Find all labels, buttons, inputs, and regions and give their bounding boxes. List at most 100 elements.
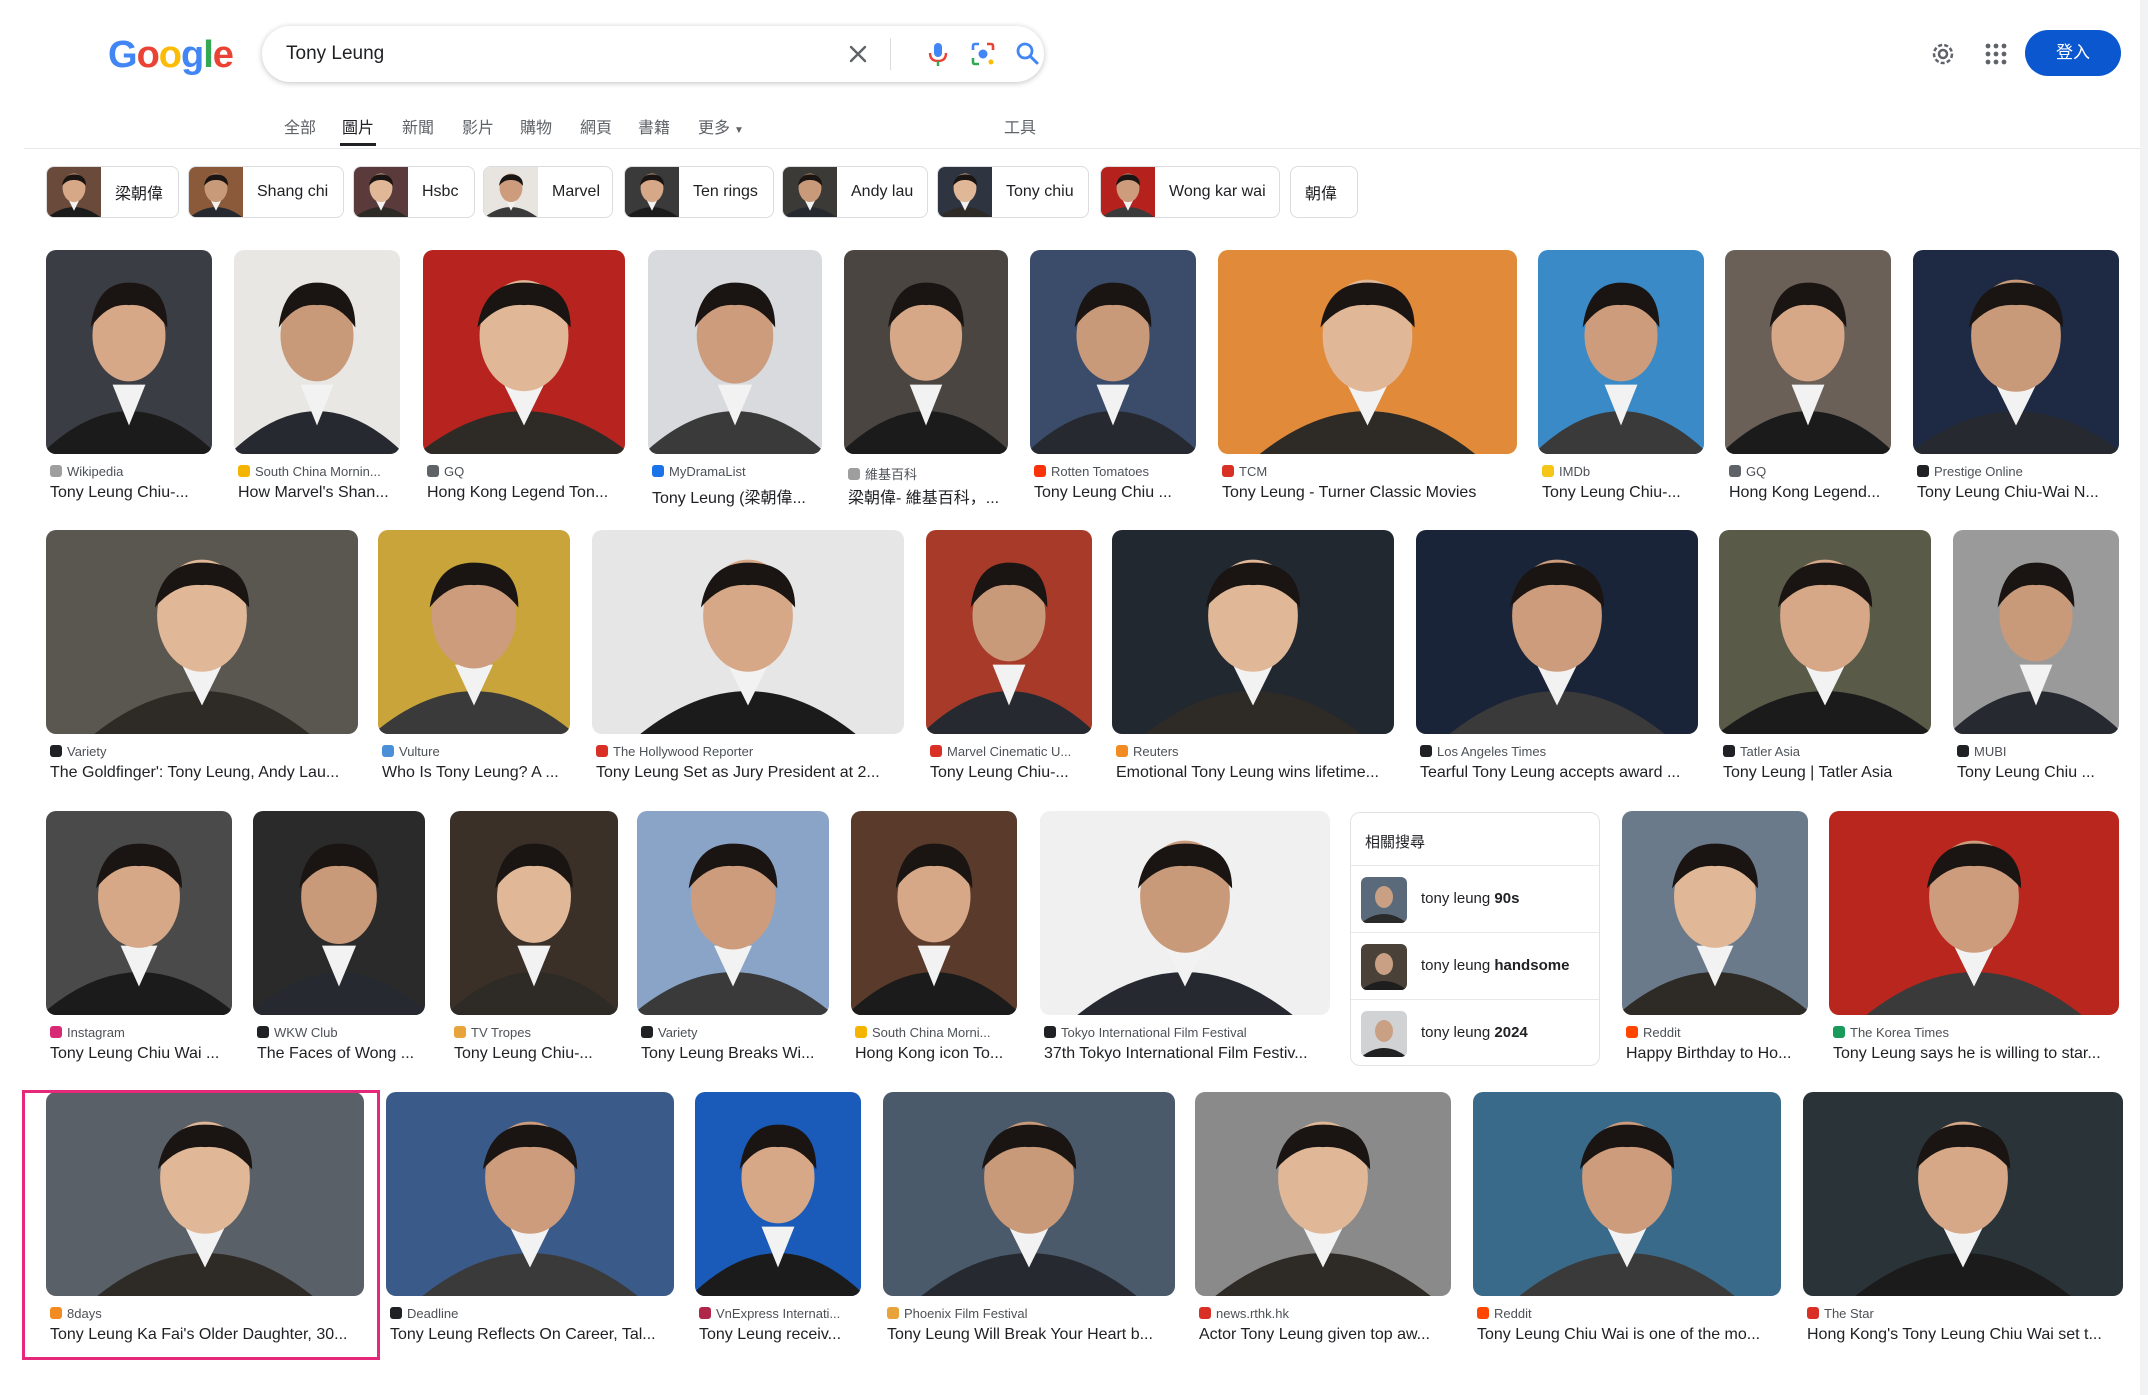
result-title[interactable]: Tony Leung | Tatler Asia (1723, 764, 1927, 782)
result-title[interactable]: Hong Kong Legend Ton... (427, 484, 621, 502)
mic-icon[interactable] (922, 38, 954, 70)
image-result[interactable]: GQ Hong Kong Legend Ton... (423, 250, 625, 516)
sign-in-button[interactable]: 登入 (2025, 30, 2121, 76)
result-source[interactable]: South China Mornin... (238, 464, 396, 479)
image-result[interactable]: Rotten Tomatoes Tony Leung Chiu ... (1030, 250, 1196, 516)
result-source[interactable]: MyDramaList (652, 464, 818, 479)
result-source[interactable]: Variety (641, 1025, 825, 1040)
result-thumbnail[interactable] (1803, 1092, 2123, 1296)
result-title[interactable]: Tony Leung Chiu ... (1957, 764, 2115, 782)
result-thumbnail[interactable] (1416, 530, 1698, 734)
result-title[interactable]: Tony Leung Chiu-Wai N... (1917, 484, 2115, 502)
result-thumbnail[interactable] (851, 811, 1017, 1015)
close-icon[interactable] (842, 38, 874, 70)
result-thumbnail[interactable] (926, 530, 1092, 734)
result-source[interactable]: IMDb (1542, 464, 1700, 479)
related-chip[interactable]: 梁朝偉 (46, 166, 179, 218)
related-chip[interactable]: Ten rings (624, 166, 774, 218)
search-input[interactable]: Tony Leung (286, 43, 384, 65)
result-thumbnail[interactable] (1953, 530, 2119, 734)
result-thumbnail[interactable] (1030, 250, 1196, 454)
result-title[interactable]: Tony Leung Chiu Wai is one of the mo... (1477, 1326, 1777, 1344)
result-source[interactable]: Marvel Cinematic U... (930, 744, 1088, 759)
result-thumbnail[interactable] (1725, 250, 1891, 454)
result-title[interactable]: Tony Leung Chiu-... (50, 484, 208, 502)
google-logo[interactable]: Google (108, 34, 234, 76)
apps-grid-icon[interactable] (1980, 38, 2012, 70)
image-result[interactable]: The Star Hong Kong's Tony Leung Chiu Wai … (1803, 1092, 2123, 1358)
result-source[interactable]: The Korea Times (1833, 1025, 2115, 1040)
result-title[interactable]: Tearful Tony Leung accepts award ... (1420, 764, 1694, 782)
result-source[interactable]: Los Angeles Times (1420, 744, 1694, 759)
result-title[interactable]: 梁朝偉- 維基百科，... (848, 484, 1004, 508)
result-title[interactable]: Tony Leung Breaks Wi... (641, 1045, 825, 1063)
tools-button[interactable]: 工具 (1004, 114, 1036, 138)
result-thumbnail[interactable] (1040, 811, 1330, 1015)
image-result[interactable]: Reddit Happy Birthday to Ho... (1622, 811, 1808, 1077)
result-title[interactable]: Tony Leung Chiu-... (454, 1045, 614, 1063)
result-thumbnail[interactable] (423, 250, 625, 454)
result-title[interactable]: Actor Tony Leung given top aw... (1199, 1326, 1447, 1344)
result-source[interactable]: GQ (1729, 464, 1887, 479)
result-title[interactable]: The Faces of Wong ... (257, 1045, 421, 1063)
result-thumbnail[interactable] (46, 530, 358, 734)
tab-news[interactable]: 新聞 (402, 114, 434, 138)
tab-books[interactable]: 書籍 (638, 114, 670, 138)
result-thumbnail[interactable] (1913, 250, 2119, 454)
result-title[interactable]: Tony Leung receiv... (699, 1326, 857, 1344)
result-source[interactable]: news.rthk.hk (1199, 1306, 1447, 1321)
search-icon[interactable] (1012, 38, 1044, 70)
image-result[interactable]: IMDb Tony Leung Chiu-... (1538, 250, 1704, 516)
result-title[interactable]: Tony Leung Chiu Wai ... (50, 1045, 228, 1063)
result-title[interactable]: The Goldfinger': Tony Leung, Andy Lau... (50, 764, 354, 782)
result-thumbnail[interactable] (637, 811, 829, 1015)
result-title[interactable]: Tony Leung Will Break Your Heart b... (887, 1326, 1171, 1344)
result-title[interactable]: Tony Leung Reflects On Career, Tal... (390, 1326, 670, 1344)
related-chip[interactable]: Marvel (483, 166, 613, 218)
image-result[interactable]: VnExpress Internati... Tony Leung receiv.… (695, 1092, 861, 1358)
image-result[interactable]: Instagram Tony Leung Chiu Wai ... (46, 811, 232, 1077)
tab-more[interactable]: 更多 ▼ (698, 114, 744, 138)
result-thumbnail[interactable] (1218, 250, 1517, 454)
result-source[interactable]: TV Tropes (454, 1025, 614, 1040)
result-thumbnail[interactable] (386, 1092, 674, 1296)
image-result[interactable]: Marvel Cinematic U... Tony Leung Chiu-... (926, 530, 1092, 796)
image-result[interactable]: TCM Tony Leung - Turner Classic Movies (1218, 250, 1517, 516)
image-result[interactable]: news.rthk.hk Actor Tony Leung given top a… (1195, 1092, 1451, 1358)
result-thumbnail[interactable] (1112, 530, 1394, 734)
image-result[interactable]: Reuters Emotional Tony Leung wins lifetim… (1112, 530, 1394, 796)
result-thumbnail[interactable] (592, 530, 904, 734)
image-result[interactable]: 維基百科 梁朝偉- 維基百科，... (844, 250, 1008, 516)
image-result[interactable]: Tatler Asia Tony Leung | Tatler Asia (1719, 530, 1931, 796)
result-thumbnail[interactable] (1622, 811, 1808, 1015)
result-thumbnail[interactable] (1829, 811, 2119, 1015)
scrollbar[interactable] (2140, 0, 2148, 1395)
related-chip[interactable]: Hsbc (353, 166, 475, 218)
result-source[interactable]: Reuters (1116, 744, 1390, 759)
result-thumbnail[interactable] (695, 1092, 861, 1296)
related-item[interactable]: tony leung 90s (1351, 865, 1599, 932)
image-result[interactable]: South China Mornin... How Marvel's Shan..… (234, 250, 400, 516)
related-chip[interactable]: Wong kar wai (1100, 166, 1280, 218)
search-box[interactable]: Tony Leung (262, 26, 1044, 82)
result-title[interactable]: Hong Kong Legend... (1729, 484, 1887, 502)
result-thumbnail[interactable] (46, 250, 212, 454)
result-title[interactable]: Hong Kong icon To... (855, 1045, 1013, 1063)
image-result[interactable]: GQ Hong Kong Legend... (1725, 250, 1891, 516)
result-source[interactable]: 維基百科 (848, 464, 1004, 483)
result-source[interactable]: Variety (50, 744, 354, 759)
result-thumbnail[interactable] (450, 811, 618, 1015)
result-title[interactable]: Tony Leung (梁朝偉... (652, 484, 818, 508)
result-source[interactable]: MUBI (1957, 744, 2115, 759)
result-source[interactable]: Phoenix Film Festival (887, 1306, 1171, 1321)
result-source[interactable]: GQ (427, 464, 621, 479)
gear-icon[interactable] (1927, 38, 1959, 70)
image-result[interactable]: South China Morni... Hong Kong icon To... (851, 811, 1017, 1077)
result-title[interactable]: Emotional Tony Leung wins lifetime... (1116, 764, 1390, 782)
result-source[interactable]: Wikipedia (50, 464, 208, 479)
result-title[interactable]: Tony Leung Chiu ... (1034, 484, 1192, 502)
result-title[interactable]: Who Is Tony Leung? A ... (382, 764, 566, 782)
related-chip[interactable]: Andy lau (782, 166, 928, 218)
image-result[interactable]: Prestige Online Tony Leung Chiu-Wai N... (1913, 250, 2119, 516)
related-item[interactable]: tony leung handsome (1351, 932, 1599, 999)
